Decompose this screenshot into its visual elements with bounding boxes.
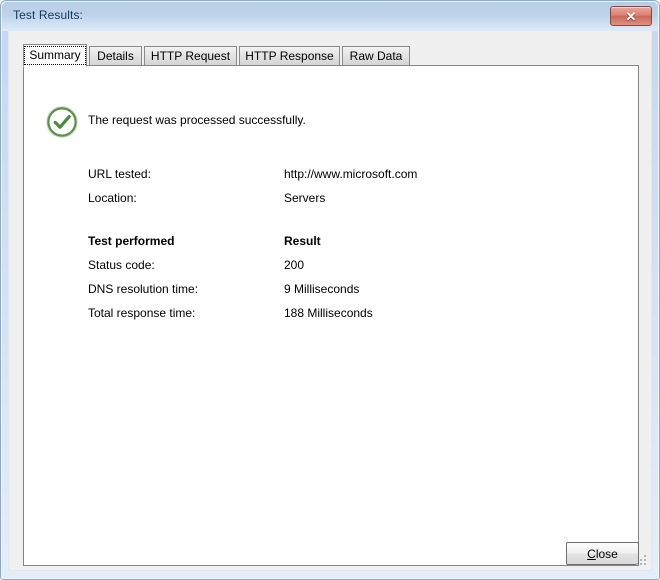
tab-details[interactable]: Details <box>89 46 142 65</box>
close-button[interactable]: Close <box>566 542 639 565</box>
title-bar[interactable]: Test Results: ✕ <box>2 2 658 31</box>
tab-http-response[interactable]: HTTP Response <box>239 46 340 65</box>
results-header-row: Test performed Result <box>88 234 608 258</box>
status-message: The request was processed successfully. <box>88 113 306 127</box>
url-tested-value: http://www.microsoft.com <box>284 167 418 181</box>
window-frame-inner: Test Results: ✕ Summary Details HTTP Req… <box>2 2 658 578</box>
location-value: Servers <box>284 191 326 205</box>
tab-strip: Summary Details HTTP Request HTTP Respon… <box>23 44 643 67</box>
table-row: Status code: 200 <box>88 258 608 282</box>
tab-http-request-label: HTTP Request <box>150 49 231 63</box>
tab-details-label: Details <box>97 49 134 63</box>
total-response-time-value: 188 Milliseconds <box>284 306 373 320</box>
location-label: Location: <box>88 191 137 205</box>
dialog-window: Test Results: ✕ Summary Details HTTP Req… <box>0 0 660 580</box>
table-row: Total response time: 188 Milliseconds <box>88 306 608 330</box>
tab-focus-outline: Summary <box>24 45 86 65</box>
table-spacer <box>88 215 608 234</box>
close-button-accelerator: C <box>587 546 596 561</box>
url-tested-label: URL tested: <box>88 167 151 181</box>
success-check-icon <box>46 106 78 138</box>
close-icon: ✕ <box>625 8 637 24</box>
status-code-value: 200 <box>284 258 305 272</box>
table-row: URL tested: http://www.microsoft.com <box>88 167 608 191</box>
window-title: Test Results: <box>13 8 83 22</box>
table-row: Location: Servers <box>88 191 608 215</box>
status-code-label: Status code: <box>88 258 155 272</box>
close-button-label: Close <box>587 547 618 561</box>
tab-http-request[interactable]: HTTP Request <box>144 46 237 65</box>
tab-summary-label: Summary <box>29 47 81 62</box>
summary-tab-panel: The request was processed successfully. … <box>23 65 639 566</box>
tab-http-response-label: HTTP Response <box>245 49 334 63</box>
close-window-button[interactable]: ✕ <box>610 6 652 26</box>
tab-summary[interactable]: Summary <box>23 44 87 67</box>
tab-raw-data[interactable]: Raw Data <box>342 46 410 65</box>
dialog-body: Summary Details HTTP Request HTTP Respon… <box>8 31 652 571</box>
result-header: Result <box>284 234 321 248</box>
close-button-rest: lose <box>595 546 618 561</box>
summary-details-table: URL tested: http://www.microsoft.com Loc… <box>88 167 608 330</box>
total-response-time-label: Total response time: <box>88 306 196 320</box>
dns-resolution-time-label: DNS resolution time: <box>88 282 199 296</box>
dns-resolution-time-value: 9 Milliseconds <box>284 282 360 296</box>
table-row: DNS resolution time: 9 Milliseconds <box>88 282 608 306</box>
tab-raw-data-label: Raw Data <box>349 49 403 63</box>
test-performed-header: Test performed <box>88 234 175 248</box>
resize-grip[interactable] <box>635 554 648 567</box>
